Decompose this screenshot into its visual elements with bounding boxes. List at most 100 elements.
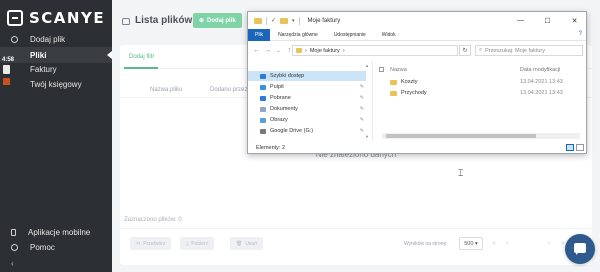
search-input[interactable]: ⌕ Przeszukaj: Moje faktury <box>475 45 583 56</box>
sidebar-item-label: Twój księgowy <box>30 79 82 89</box>
column-header-file-name[interactable]: Nazwa pliku <box>150 87 182 93</box>
large-icons-view-icon[interactable] <box>576 144 584 151</box>
mouse-cursor-icon: ⌶ <box>458 168 464 178</box>
download-button[interactable]: ⤓ Pobierz <box>180 237 215 250</box>
help-icon[interactable]: ? <box>579 31 582 37</box>
sidebar-item-mobile-apps[interactable]: Aplikacje mobilne <box>0 224 112 240</box>
explorer-ribbon: Plik Narzędzia główne Udostępnianie Wido… <box>248 28 586 41</box>
nav-item-label: Google Drive (G:) <box>270 128 314 134</box>
chevron-down-icon[interactable]: ▾ <box>292 18 295 24</box>
pin-icon[interactable]: ✎ <box>360 84 364 90</box>
recent-locations-icon[interactable]: ⌄ <box>273 48 284 54</box>
file-row[interactable]: Przychody 13.04.2021 13:43 <box>390 88 585 98</box>
search-icon: ⌕ <box>479 47 483 53</box>
sidebar-item-label: Pliki <box>30 50 47 60</box>
app-shortcut-icon[interactable] <box>3 78 10 85</box>
new-folder-icon[interactable] <box>280 17 289 24</box>
column-header-added-by[interactable]: Dodano przez <box>210 87 247 93</box>
nav-item-pictures[interactable]: Obrazy ✎ <box>260 115 366 125</box>
nav-item-label: Dokumenty <box>270 106 298 112</box>
minimize-button[interactable]: — <box>507 12 534 29</box>
sidebar-item-invoices[interactable]: Faktury <box>0 61 112 77</box>
pager-first[interactable]: « <box>492 240 496 247</box>
sidebar-item-label: Aplikacje mobilne <box>28 227 91 237</box>
nav-item-label: Obrazy <box>270 117 288 123</box>
close-button[interactable]: ✕ <box>561 12 586 29</box>
add-filter-tab[interactable]: Dodaj filtr <box>129 54 154 60</box>
scroll-up-icon[interactable]: ▲ <box>365 63 369 68</box>
file-date: 13.04.2021 13:43 <box>520 79 563 85</box>
file-name: Przychody <box>401 90 427 96</box>
scrollbar-thumb[interactable] <box>386 134 536 138</box>
breadcrumb-chevron: › <box>305 47 307 54</box>
pin-icon[interactable]: ✎ <box>360 106 364 112</box>
nav-item-desktop[interactable]: Pulpit ✎ <box>260 82 366 92</box>
address-text: Moje faktury <box>309 47 340 54</box>
back-arrow-icon[interactable]: ← <box>251 47 262 54</box>
download-icon <box>260 95 266 101</box>
horizontal-scrollbar[interactable] <box>382 133 580 139</box>
invoice-icon <box>11 66 18 73</box>
nav-item-label: Pobrane <box>270 95 291 101</box>
tab-view[interactable]: Widok <box>374 29 404 41</box>
tab-home[interactable]: Narzędzia główne <box>270 29 326 41</box>
per-page-value: 500 <box>464 240 474 247</box>
select-all-checkbox[interactable] <box>379 67 384 72</box>
delete-button[interactable]: 🗑 Usuń <box>230 237 264 250</box>
explorer-address-row: ← → ⌄ ↑ › Moje faktury › ↻ ⌕ Przeszukaj:… <box>248 42 586 59</box>
download-label: Pobierz <box>191 240 209 247</box>
folder-icon <box>296 48 302 53</box>
pin-icon[interactable]: ✎ <box>360 95 364 101</box>
address-bar[interactable]: › Moje faktury › <box>292 45 458 56</box>
sidebar-item-help[interactable]: Pomoc <box>0 239 112 255</box>
checkmark-icon[interactable]: ✓ <box>271 17 276 24</box>
collapse-sidebar-icon[interactable]: ‹ <box>11 260 19 268</box>
tab-share[interactable]: Udostępnianie <box>326 29 374 41</box>
add-file-button[interactable]: ⊕ Dodaj plik <box>193 13 242 28</box>
nav-item-documents[interactable]: Dokumenty ✎ <box>260 104 366 114</box>
item-count: Elementy: 2 <box>256 145 286 151</box>
scroll-down-icon[interactable]: ▼ <box>365 134 369 139</box>
column-header-date-modified[interactable]: Data modyfikacji <box>520 67 560 73</box>
sidebar-item-add-file[interactable]: Dodaj plik <box>0 31 112 47</box>
plus-icon: ⊕ <box>199 18 205 24</box>
footer-divider <box>120 228 592 229</box>
nav-item-label: Pulpit <box>270 84 284 90</box>
breadcrumb-chevron: › <box>342 47 345 54</box>
sidebar-item-accountant[interactable]: Twój księgowy <box>0 76 112 92</box>
refresh-icon[interactable]: ↻ <box>459 45 471 56</box>
accountant-icon <box>11 81 18 88</box>
explorer-titlebar[interactable]: ✓ ▾ Moje faktury — ☐ ✕ <box>248 12 586 29</box>
forward-arrow-icon[interactable]: → <box>262 47 273 54</box>
nav-item-google-drive[interactable]: Google Drive (G:) ✎ <box>260 126 366 136</box>
process-button[interactable]: ⟲ Przetwórz <box>130 237 172 250</box>
details-view-icon[interactable] <box>566 144 574 151</box>
sidebar-item-label: Dodaj plik <box>30 34 66 44</box>
pager-next[interactable]: › <box>548 240 550 247</box>
tab-file[interactable]: Plik <box>248 28 271 41</box>
nav-item-downloads[interactable]: Pobrane ✎ <box>260 93 366 103</box>
clock-badge: 4:58 <box>2 57 15 63</box>
chat-button[interactable] <box>565 234 595 264</box>
add-file-label: Dodaj plik <box>207 17 236 24</box>
column-header-name[interactable]: Nazwa <box>390 67 407 73</box>
pictures-icon <box>260 117 266 123</box>
folder-icon <box>254 17 262 24</box>
pane-divider[interactable] <box>372 61 373 141</box>
logo-text: SCANYE <box>29 9 106 27</box>
file-row[interactable]: Koszty 13.04.2021 13:43 <box>390 77 585 87</box>
file-explorer-window[interactable]: ✓ ▾ Moje faktury — ☐ ✕ Plik Narzędzia gł… <box>247 11 587 154</box>
logo[interactable]: SCANYE <box>7 6 105 30</box>
trash-icon: 🗑 <box>236 240 243 247</box>
pager-prev[interactable]: ‹ <box>506 240 508 247</box>
explorer-title: Moje faktury <box>307 17 341 24</box>
maximize-button[interactable]: ☐ <box>534 12 561 29</box>
sidebar-item-label: Pomoc <box>30 242 55 252</box>
process-label: Przetwórz <box>143 240 166 247</box>
per-page-select[interactable]: 500 ▾ <box>459 237 483 250</box>
pin-icon[interactable]: ✎ <box>360 128 364 134</box>
pin-icon[interactable]: ✎ <box>360 117 364 123</box>
file-list-pane: Nazwa Data modyfikacji Koszty 13.04.2021… <box>374 61 586 141</box>
nav-item-quick-access[interactable]: Szybki dostęp <box>260 71 366 81</box>
chevron-down-icon: ▾ <box>473 240 478 247</box>
